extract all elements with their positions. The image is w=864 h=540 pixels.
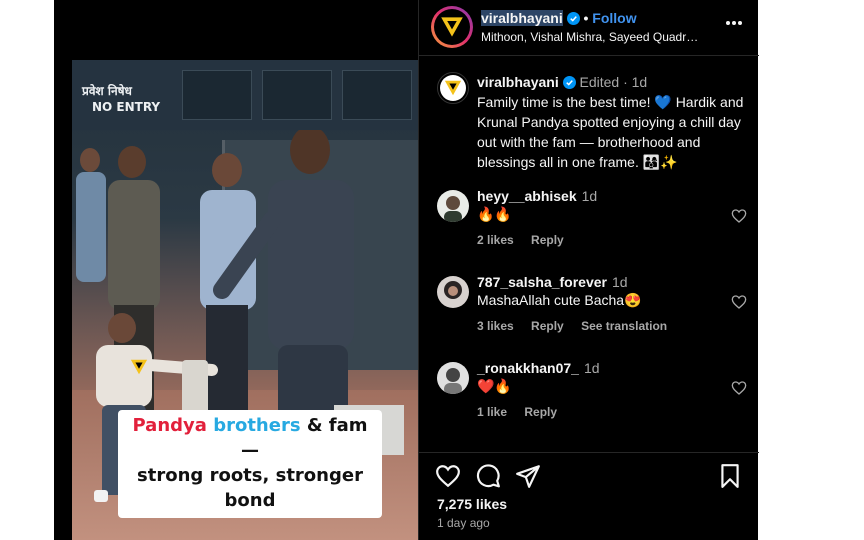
comment-time[interactable]: 1d bbox=[582, 188, 598, 204]
caption-word-brothers: brothers bbox=[213, 415, 301, 436]
commenter-avatar[interactable] bbox=[437, 190, 469, 222]
edited-label: Edited bbox=[579, 74, 620, 90]
caption-word-pandya: Pandya bbox=[132, 415, 207, 436]
comment-item: 787_salsha_forever 1d MashaAllah cute Bac… bbox=[437, 274, 751, 344]
caption-time[interactable]: 1d bbox=[632, 74, 648, 90]
follow-button[interactable]: Follow bbox=[592, 10, 636, 26]
caption-avatar[interactable] bbox=[437, 72, 469, 104]
profile-photo-icon bbox=[444, 281, 462, 299]
instagram-post-modal: प्रवेश निषेध NO ENTRY Pandya brothers & … bbox=[54, 0, 759, 540]
commenter-avatar[interactable] bbox=[437, 276, 469, 308]
post-time-ago[interactable]: 1 day ago bbox=[437, 516, 490, 530]
comment-username[interactable]: 787_salsha_forever bbox=[477, 274, 607, 290]
comment-username-row: _ronakkhan07_ 1d bbox=[477, 360, 600, 376]
viral-logo-watermark-icon bbox=[130, 359, 148, 375]
verified-badge-icon bbox=[562, 76, 576, 89]
reply-button[interactable]: Reply bbox=[531, 319, 564, 333]
separator-dot: • bbox=[583, 10, 589, 26]
audio-credits[interactable]: Mithoon, Vishal Mishra, Sayeed Quadr… bbox=[481, 30, 698, 44]
likes-count[interactable]: 7,275 likes bbox=[437, 496, 507, 512]
profile-photo-icon bbox=[444, 368, 462, 394]
comment-likes[interactable]: 2 likes bbox=[477, 233, 514, 247]
post-media[interactable]: प्रवेश निषेध NO ENTRY Pandya brothers & … bbox=[54, 0, 418, 540]
comment-username[interactable]: _ronakkhan07_ bbox=[477, 360, 579, 376]
comment-bubble-icon[interactable] bbox=[475, 463, 501, 489]
see-translation-button[interactable]: See translation bbox=[581, 319, 667, 333]
verified-badge-icon bbox=[566, 12, 580, 25]
comment-time[interactable]: 1d bbox=[584, 360, 600, 376]
separator-dot: · bbox=[623, 74, 628, 90]
comment-username-row: 787_salsha_forever 1d bbox=[477, 274, 628, 290]
post-header: viralbhayani • Follow Mithoon, Vishal Mi… bbox=[419, 0, 759, 56]
comment-like-heart-icon[interactable] bbox=[731, 294, 747, 310]
comment-likes[interactable]: 1 like bbox=[477, 405, 507, 419]
header-username-row: viralbhayani • Follow bbox=[481, 10, 637, 26]
more-options-icon[interactable] bbox=[725, 20, 743, 26]
caption-line-2: strong roots, stronger bond bbox=[137, 465, 363, 511]
caption-line-1: Pandya brothers & fam — bbox=[122, 413, 378, 463]
caption-username[interactable]: viralbhayani bbox=[477, 74, 559, 90]
comment-time[interactable]: 1d bbox=[612, 274, 628, 290]
comment-item: heyy__abhisek 1d 🔥🔥 2 likes Reply bbox=[437, 188, 751, 258]
commenter-avatar[interactable] bbox=[437, 362, 469, 394]
comment-text: MashaAllah cute Bacha😍 bbox=[477, 292, 642, 308]
caption-header: viralbhayani Edited · 1d bbox=[477, 74, 647, 90]
comment-like-heart-icon[interactable] bbox=[731, 380, 747, 396]
save-bookmark-icon[interactable] bbox=[717, 463, 743, 489]
entry-sign-hindi: प्रवेश निषेध bbox=[82, 84, 132, 98]
post-details-panel: viralbhayani • Follow Mithoon, Vishal Mi… bbox=[418, 0, 759, 540]
reply-button[interactable]: Reply bbox=[531, 233, 564, 247]
share-send-icon[interactable] bbox=[515, 463, 541, 489]
comment-text: 🔥🔥 bbox=[477, 206, 512, 222]
comment-text: ❤️🔥 bbox=[477, 378, 512, 394]
viral-logo-icon bbox=[444, 80, 462, 96]
like-heart-icon[interactable] bbox=[435, 463, 461, 489]
video-caption-overlay: Pandya brothers & fam — strong roots, st… bbox=[118, 410, 382, 518]
reply-button[interactable]: Reply bbox=[524, 405, 557, 419]
comment-meta: 1 like Reply bbox=[477, 405, 571, 419]
comment-meta: 3 likes Reply See translation bbox=[477, 319, 681, 333]
post-caption: Family time is the best time! 💙 Hardik a… bbox=[477, 94, 744, 170]
header-username[interactable]: viralbhayani bbox=[481, 10, 563, 26]
video-frame[interactable]: प्रवेश निषेध NO ENTRY Pandya brothers & … bbox=[72, 60, 418, 540]
comment-likes[interactable]: 3 likes bbox=[477, 319, 514, 333]
viral-logo-icon bbox=[441, 17, 463, 37]
comment-meta: 2 likes Reply bbox=[477, 233, 578, 247]
entry-sign-english: NO ENTRY bbox=[92, 100, 161, 114]
profile-photo-icon bbox=[444, 196, 462, 222]
comment-like-heart-icon[interactable] bbox=[731, 208, 747, 224]
account-avatar[interactable] bbox=[431, 6, 473, 48]
comment-username-row: heyy__abhisek 1d bbox=[477, 188, 597, 204]
comment-item: _ronakkhan07_ 1d ❤️🔥 1 like Reply bbox=[437, 360, 751, 430]
post-actions-bar bbox=[419, 452, 759, 492]
comment-username[interactable]: heyy__abhisek bbox=[477, 188, 577, 204]
